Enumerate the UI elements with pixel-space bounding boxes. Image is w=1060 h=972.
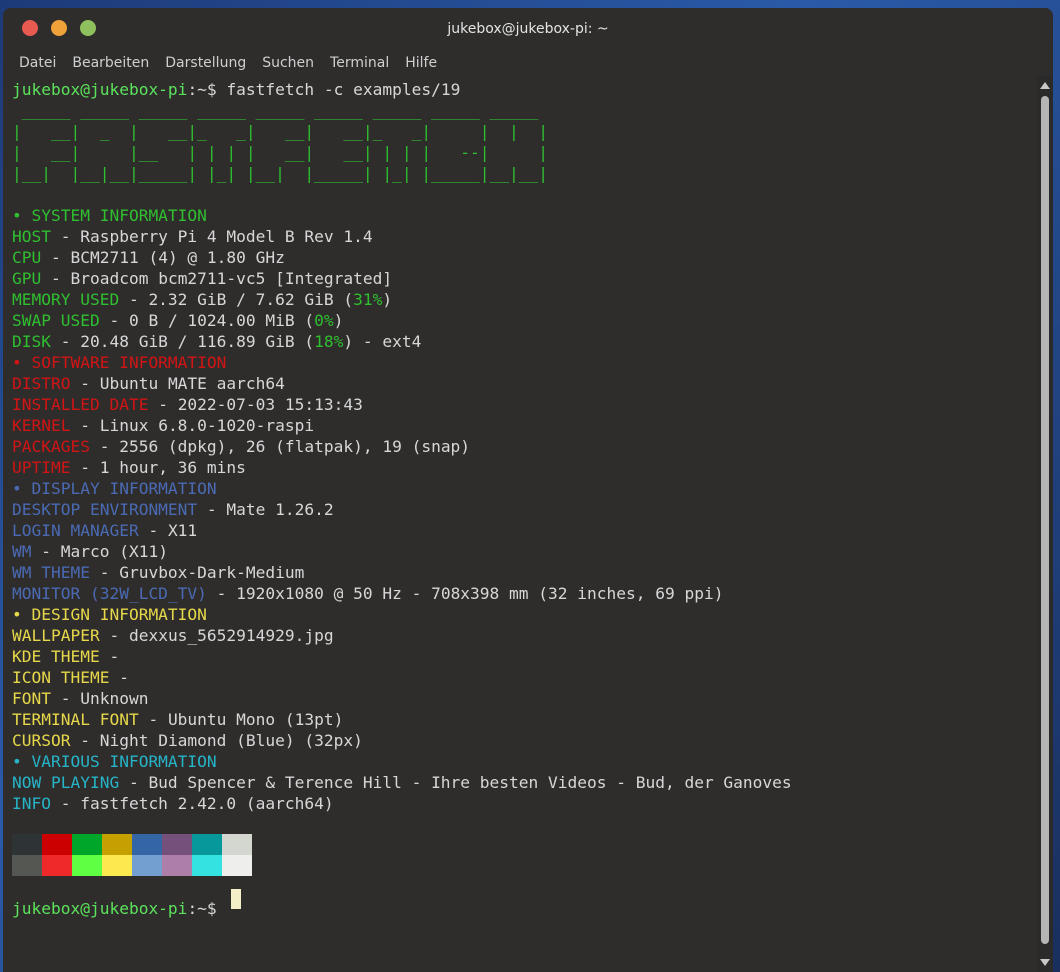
row-wm-theme: WM THEME - Gruvbox-Dark-Medium	[12, 563, 305, 582]
row-wallpaper: WALLPAPER - dexxus_5652914929.jpg	[12, 626, 334, 645]
row-desktop-environment: DESKTOP ENVIRONMENT - Mate 1.26.2	[12, 500, 334, 519]
row-login-manager: LOGIN MANAGER - X11	[12, 521, 198, 540]
section-design: • DESIGN INFORMATION	[12, 605, 207, 624]
row-swap: SWAP USED - 0 B / 1024.00 MiB (0%)	[12, 311, 344, 330]
close-button[interactable]	[22, 20, 38, 36]
row-host: HOST - Raspberry Pi 4 Model B Rev 1.4	[12, 227, 373, 246]
palette-swatch	[12, 834, 42, 855]
section-display: • DISPLAY INFORMATION	[12, 479, 217, 498]
row-cursor: CURSOR - Night Diamond (Blue) (32px)	[12, 731, 363, 750]
palette-swatch	[12, 855, 42, 876]
section-system: • SYSTEM INFORMATION	[12, 206, 207, 225]
row-disk: DISK - 20.48 GiB / 116.89 GiB (18%) - ex…	[12, 332, 422, 351]
menu-hilfe[interactable]: Hilfe	[405, 55, 437, 71]
palette-swatch	[222, 855, 252, 876]
palette-swatch	[102, 834, 132, 855]
menu-bearbeiten[interactable]: Bearbeiten	[72, 55, 149, 71]
palette-swatch	[192, 834, 222, 855]
row-wm: WM - Marco (X11)	[12, 542, 168, 561]
maximize-button[interactable]	[80, 20, 96, 36]
row-font: FONT - Unknown	[12, 689, 149, 708]
palette-swatch	[72, 855, 102, 876]
row-icon-theme: ICON THEME -	[12, 668, 129, 687]
menu-suchen[interactable]: Suchen	[262, 55, 314, 71]
prompt-line: jukebox@jukebox-pi:~$	[12, 899, 217, 918]
menu-datei[interactable]: Datei	[19, 55, 56, 71]
palette-swatch	[42, 834, 72, 855]
terminal-output[interactable]: jukebox@jukebox-pi:~$ fastfetch -c examp…	[3, 76, 1037, 972]
palette-swatch	[222, 834, 252, 855]
row-info: INFO - fastfetch 2.42.0 (aarch64)	[12, 794, 334, 813]
window-title: jukebox@jukebox-pi: ~	[447, 21, 609, 37]
scroll-down-arrow-icon[interactable]	[1040, 959, 1050, 966]
section-software: • SOFTWARE INFORMATION	[12, 353, 227, 372]
logo-line-4: |__| |__|__|_____| |_| |__| |_____| |_| …	[12, 164, 549, 183]
row-monitor: MONITOR (32W_LCD_TV) - 1920x1080 @ 50 Hz…	[12, 584, 724, 603]
menu-bar: Datei Bearbeiten Darstellung Suchen Term…	[3, 50, 1053, 76]
scrollbar[interactable]	[1037, 76, 1053, 972]
row-uptime: UPTIME - 1 hour, 36 mins	[12, 458, 246, 477]
row-distro: DISTRO - Ubuntu MATE aarch64	[12, 374, 285, 393]
row-kde-theme: KDE THEME -	[12, 647, 120, 666]
row-installed-date: INSTALLED DATE - 2022-07-03 15:13:43	[12, 395, 363, 414]
title-bar[interactable]: jukebox@jukebox-pi: ~	[3, 8, 1053, 50]
palette-swatch	[132, 855, 162, 876]
row-memory: MEMORY USED - 2.32 GiB / 7.62 GiB (31%)	[12, 290, 393, 309]
palette-swatch	[72, 834, 102, 855]
menu-terminal[interactable]: Terminal	[330, 55, 389, 71]
logo-line-2: | __| _ | __|_ _| __| __|_ _| | | |	[12, 122, 549, 141]
row-now-playing: NOW PLAYING - Bud Spencer & Terence Hill…	[12, 773, 792, 792]
palette-swatch	[162, 855, 192, 876]
row-packages: PACKAGES - 2556 (dpkg), 26 (flatpak), 19…	[12, 437, 471, 456]
row-terminal-font: TERMINAL FONT - Ubuntu Mono (13pt)	[12, 710, 344, 729]
logo-line-1: _____ _____ _____ _____ _____ _____ ____…	[12, 101, 539, 120]
logo-line-3: | __| |__ | | | | __| __| | | | --| |	[12, 143, 549, 162]
minimize-button[interactable]	[51, 20, 67, 36]
row-cpu: CPU - BCM2711 (4) @ 1.80 GHz	[12, 248, 285, 267]
scrollbar-thumb[interactable]	[1041, 96, 1049, 944]
palette-swatch	[192, 855, 222, 876]
scroll-up-arrow-icon[interactable]	[1040, 82, 1050, 89]
menu-darstellung[interactable]: Darstellung	[165, 55, 246, 71]
palette-swatch	[162, 834, 192, 855]
row-gpu: GPU - Broadcom bcm2711-vc5 [Integrated]	[12, 269, 393, 288]
command-line: jukebox@jukebox-pi:~$ fastfetch -c examp…	[12, 80, 461, 99]
palette-swatch	[102, 855, 132, 876]
text-cursor	[231, 889, 241, 909]
section-various: • VARIOUS INFORMATION	[12, 752, 217, 771]
palette-swatch	[42, 855, 72, 876]
row-kernel: KERNEL - Linux 6.8.0-1020-raspi	[12, 416, 315, 435]
palette-swatch	[132, 834, 162, 855]
